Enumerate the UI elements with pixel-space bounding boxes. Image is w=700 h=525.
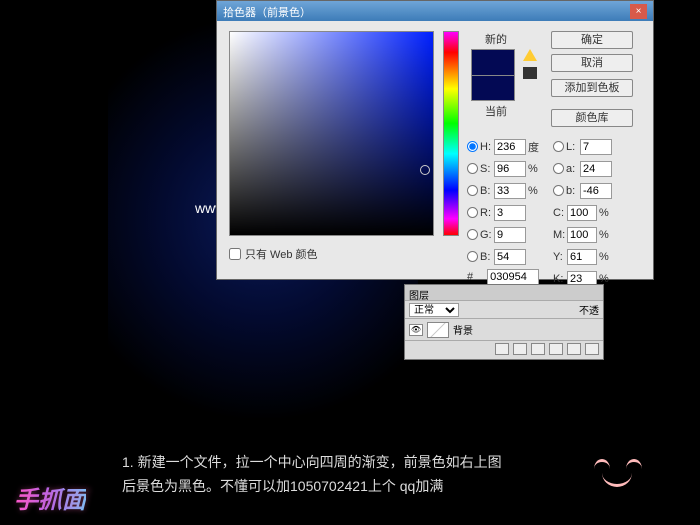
lb-label: b: — [566, 185, 580, 197]
opacity-label: 不透 — [579, 302, 599, 317]
layer-row[interactable]: 👁 背景 — [405, 319, 603, 341]
h-unit: 度 — [528, 139, 542, 155]
layer-thumbnail — [427, 322, 449, 338]
color-picker-dialog: 拾色器（前景色） × 只有 Web 颜色 新的 当前 确定 取消 添加到色板 颜… — [216, 0, 654, 280]
mask-icon[interactable] — [531, 343, 545, 355]
preview-new-label: 新的 — [471, 31, 521, 47]
layers-panel: 图层 正常 不透 👁 背景 — [404, 284, 604, 360]
s-radio[interactable] — [467, 163, 478, 174]
b-radio[interactable] — [467, 185, 478, 196]
close-icon[interactable]: × — [630, 4, 647, 19]
layer-name: 背景 — [453, 322, 473, 337]
folder-icon[interactable] — [549, 343, 563, 355]
preview-new-swatch — [471, 49, 515, 75]
visibility-icon[interactable]: 👁 — [409, 324, 423, 336]
g-label: G: — [480, 229, 494, 241]
smiley-face-icon — [588, 455, 648, 495]
h-label: H: — [480, 141, 494, 153]
color-field-cursor — [420, 165, 430, 175]
lb-radio[interactable] — [553, 185, 564, 196]
g-input[interactable] — [494, 227, 526, 243]
layers-tab[interactable]: 图层 — [405, 285, 603, 301]
y-input[interactable] — [567, 249, 597, 265]
gamut-warning-icon[interactable] — [523, 49, 537, 61]
bb-radio[interactable] — [467, 251, 478, 262]
ok-button[interactable]: 确定 — [551, 31, 633, 49]
color-library-button[interactable]: 颜色库 — [551, 109, 633, 127]
gamut-warnings — [523, 49, 537, 79]
l-label: L: — [566, 141, 580, 153]
m-label: M: — [553, 229, 567, 241]
websafe-warning-icon[interactable] — [523, 67, 537, 79]
l-radio[interactable] — [553, 141, 564, 152]
tutorial-caption: 1. 新建一个文件，拉一个中心向四周的渐变，前景色如右上图 后景色为黑色。不懂可… — [122, 450, 592, 498]
hex-label: # — [467, 271, 473, 283]
k-label: K: — [553, 273, 567, 285]
bb-label: B: — [480, 251, 494, 263]
dialog-title: 拾色器（前景色） — [223, 4, 311, 18]
y-label: Y: — [553, 251, 567, 263]
m-input[interactable] — [567, 227, 597, 243]
r-input[interactable] — [494, 205, 526, 221]
link-icon[interactable] — [495, 343, 509, 355]
add-swatch-button[interactable]: 添加到色板 — [551, 79, 633, 97]
a-input[interactable] — [580, 161, 612, 177]
a-label: a: — [566, 163, 580, 175]
s-input[interactable] — [494, 161, 526, 177]
new-layer-icon[interactable] — [567, 343, 581, 355]
r-label: R: — [480, 207, 494, 219]
g-radio[interactable] — [467, 229, 478, 240]
color-field[interactable] — [229, 31, 434, 236]
site-logo: 手抓面 — [14, 480, 86, 515]
preview-current-label: 当前 — [471, 103, 521, 119]
trash-icon[interactable] — [585, 343, 599, 355]
s-label: S: — [480, 163, 494, 175]
r-radio[interactable] — [467, 207, 478, 218]
web-only-checkbox[interactable] — [229, 248, 241, 260]
fx-icon[interactable] — [513, 343, 527, 355]
preview-current-swatch — [471, 75, 515, 101]
h-input[interactable] — [494, 139, 526, 155]
lb-input[interactable] — [580, 183, 612, 199]
color-preview: 新的 当前 — [471, 31, 521, 119]
web-only-label: 只有 Web 颜色 — [245, 246, 318, 262]
dialog-titlebar[interactable]: 拾色器（前景色） × — [217, 1, 653, 21]
b-label: B: — [480, 185, 494, 197]
b-input[interactable] — [494, 183, 526, 199]
l-input[interactable] — [580, 139, 612, 155]
hue-slider[interactable] — [443, 31, 459, 236]
web-only-checkbox-row: 只有 Web 颜色 — [229, 246, 318, 262]
bb-input[interactable] — [494, 249, 526, 265]
h-radio[interactable] — [467, 141, 478, 152]
caption-line1: 1. 新建一个文件，拉一个中心向四周的渐变，前景色如右上图 — [122, 450, 592, 474]
cancel-button[interactable]: 取消 — [551, 54, 633, 72]
blend-mode-select[interactable]: 正常 — [409, 303, 459, 317]
caption-line2: 后景色为黑色。不懂可以加1050702421上个 qq加满 — [122, 474, 592, 498]
hex-input[interactable] — [487, 269, 539, 285]
a-radio[interactable] — [553, 163, 564, 174]
c-input[interactable] — [567, 205, 597, 221]
c-label: C: — [553, 207, 567, 219]
